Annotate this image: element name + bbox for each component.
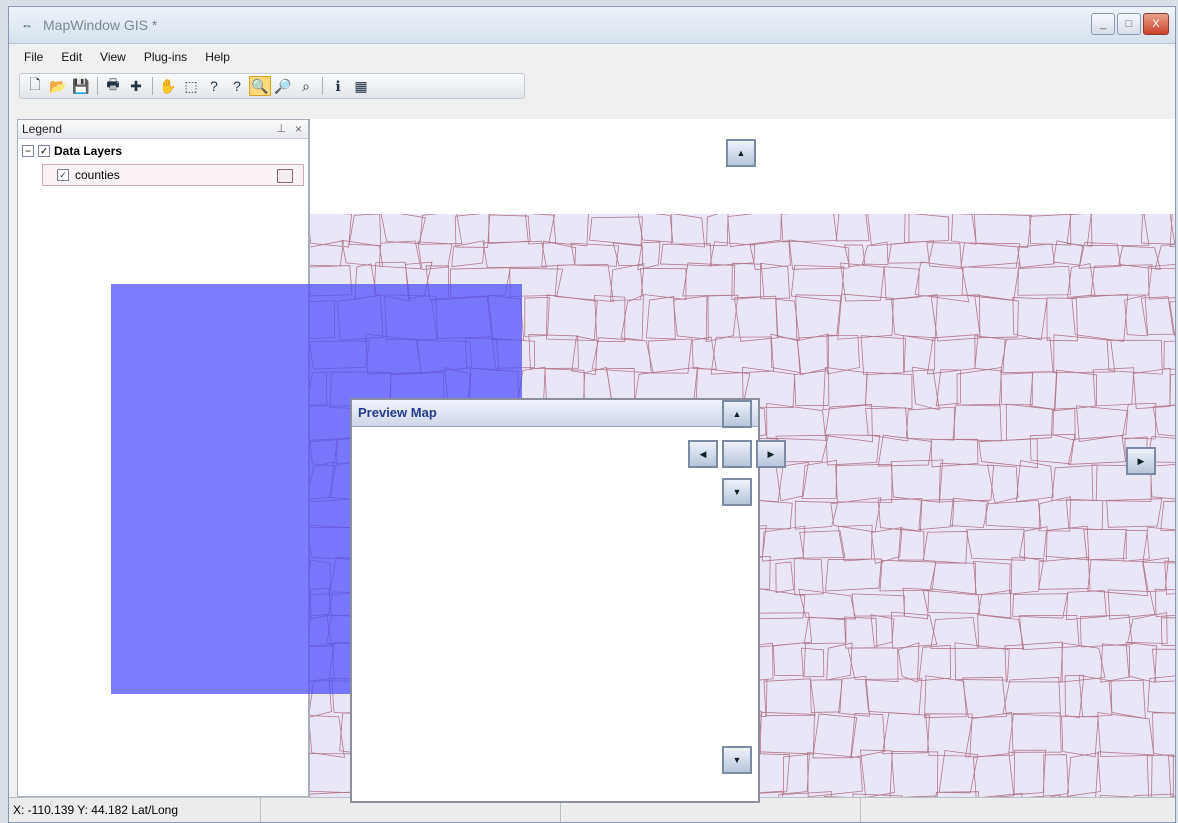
window-title: MapWindow GIS * [43,17,158,33]
pan-icon[interactable]: ✋ [157,76,179,96]
window-controls: _ □ X [1091,13,1169,35]
whats-this-icon[interactable]: ? [226,76,248,96]
preview-down-button[interactable]: ▼ [722,478,752,506]
menu-plugins[interactable]: Plug-ins [135,47,196,69]
arrow-up-icon: ▲ [736,148,746,158]
zoom-out-icon[interactable]: 🔎 [272,76,294,96]
legend-title: Legend [22,122,63,136]
group-checkbox[interactable]: ✓ [38,145,50,157]
group-label: Data Layers [54,144,123,158]
identify-icon[interactable]: ℹ [327,76,349,96]
title-bar[interactable]: ⇔ MapWindow GIS * _ □ X [9,7,1175,44]
main-toolbar: 🗋 📂 💾 🖶 ✚ ✋ ⬚ ? ? 🔍 🔎 ⌕ ℹ ▦ [19,73,525,99]
toolbar-separator [152,77,153,95]
menu-help[interactable]: Help [196,47,239,69]
group-expander-icon[interactable]: − [22,145,34,157]
arrow-down-icon: ▼ [732,487,742,497]
preview-map-title: Preview Map [352,400,758,427]
minimize-button[interactable]: _ [1091,13,1115,35]
toolbar-separator [322,77,323,95]
preview-center-button[interactable] [722,440,752,468]
arrow-down-icon: ▼ [732,755,742,765]
preview-up-button[interactable]: ▲ [722,400,752,428]
preview-right-button[interactable]: ▶ [756,440,786,468]
menu-edit[interactable]: Edit [52,47,91,69]
preview-bottom-down-button[interactable]: ▼ [722,746,752,774]
arrow-up-icon: ▲ [732,409,742,419]
pin-icon[interactable]: ⊥ [276,120,286,138]
maximize-button[interactable]: □ [1117,13,1141,35]
legend-header: Legend ⊥ × [18,120,308,139]
zoom-in-icon[interactable]: 🔍 [249,76,271,96]
print-icon[interactable]: 🖶 [102,76,124,96]
save-icon[interactable]: 💾 [70,76,92,96]
layer-symbol-swatch[interactable] [277,169,293,183]
add-layer-icon[interactable]: ✚ [125,76,147,96]
pan-up-button[interactable]: ▲ [726,139,756,167]
menu-view[interactable]: View [91,47,135,69]
close-legend-icon[interactable]: × [295,120,302,138]
new-file-icon[interactable]: 🗋 [24,76,46,96]
help-icon[interactable]: ? [203,76,225,96]
arrow-left-icon: ◀ [699,448,707,459]
layer-checkbox[interactable]: ✓ [57,169,69,181]
app-icon: ⇔ [21,18,33,32]
zoom-extent-icon[interactable]: ⌕ [295,76,317,96]
layer-label: counties [75,168,120,182]
status-pane-4 [861,798,1175,822]
open-folder-icon[interactable]: 📂 [47,76,69,96]
arrow-right-icon: ▶ [1137,455,1145,466]
close-button[interactable]: X [1143,13,1169,35]
menu-file[interactable]: File [15,47,52,69]
coordinate-readout: X: -110.139 Y: 44.182 Lat/Long [9,798,261,822]
legend-group-data-layers[interactable]: − ✓ Data Layers [22,144,122,158]
select-icon[interactable]: ⬚ [180,76,202,96]
menu-bar: File Edit View Plug-ins Help [9,47,239,69]
attribute-table-icon[interactable]: ▦ [350,76,372,96]
arrow-right-icon: ▶ [767,448,775,459]
toolbar-separator [97,77,98,95]
preview-left-button[interactable]: ◀ [688,440,718,468]
pan-right-button[interactable]: ▶ [1126,447,1156,475]
legend-layer-counties[interactable]: ✓ counties [42,164,304,186]
